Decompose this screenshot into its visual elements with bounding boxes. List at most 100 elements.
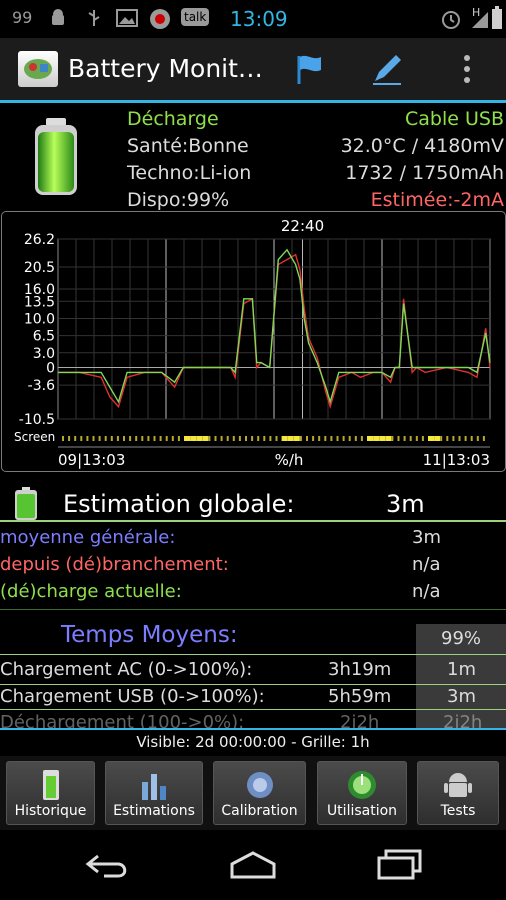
screen-on-mark <box>482 436 485 441</box>
x-axis-label: %/h <box>275 451 304 469</box>
signal-icon <box>470 8 490 28</box>
calibration-button[interactable]: Calibration <box>213 761 306 825</box>
screen-on-mark <box>123 436 125 441</box>
screen-on-mark <box>397 436 400 441</box>
screen-label: Screen <box>14 430 55 444</box>
y-tick-label: 10.0 <box>24 311 55 327</box>
screen-on-mark <box>293 436 300 441</box>
screen-on-mark <box>245 436 247 441</box>
rate-label: depuis (dé)branchement: <box>0 554 229 575</box>
screen-on-mark <box>184 436 190 441</box>
power-source: Cable USB <box>405 108 504 130</box>
screen-on-mark <box>287 436 294 441</box>
screen-on-mark <box>458 436 461 441</box>
avg-row-label: Chargement AC (0->100%): <box>0 659 253 680</box>
screen-on-mark <box>232 436 235 441</box>
screen-on-mark <box>165 436 168 441</box>
calibration-icon <box>244 768 276 802</box>
screen-on-mark <box>214 436 217 441</box>
clock: 13:09 <box>230 7 288 31</box>
divider <box>0 609 506 610</box>
battery-large-icon <box>33 118 79 200</box>
screen-on-mark <box>391 436 394 441</box>
chart-svg: 26.220.516.013.510.06.53.00-3.6-10.522:4… <box>14 217 491 469</box>
y-tick-label: 3.0 <box>33 346 55 362</box>
usb-icon <box>84 8 104 28</box>
y-tick-label: 26.2 <box>24 232 55 248</box>
screen-on-mark <box>62 436 64 441</box>
screen-on-mark <box>330 436 333 441</box>
button-label: Calibration <box>221 803 298 819</box>
overflow-menu-icon[interactable] <box>446 48 488 90</box>
screen-on-mark <box>421 436 424 441</box>
status-bar: 99 talk 13:09 H <box>0 0 506 38</box>
screen-on-mark <box>116 436 119 441</box>
screen-on-mark <box>342 436 345 441</box>
y-tick-label: 20.5 <box>24 260 55 276</box>
screen-on-mark <box>379 436 386 441</box>
screen-on-mark <box>98 436 101 441</box>
back-icon[interactable] <box>84 850 132 884</box>
talk-icon: talk <box>181 8 210 26</box>
divider <box>0 728 506 730</box>
app-icon[interactable] <box>18 51 58 87</box>
avg-row-value-pct: 3m <box>447 686 476 707</box>
screen-on-mark <box>226 436 229 441</box>
rate-label: (dé)charge actuelle: <box>0 581 182 602</box>
screen-on-mark <box>269 436 272 441</box>
screen-on-mark <box>153 436 156 441</box>
history-button[interactable]: Historique <box>6 761 95 825</box>
avg-times-title: Temps Moyens: <box>61 622 238 648</box>
screen-on-mark <box>299 436 302 441</box>
screen-on-mark <box>348 436 351 441</box>
android-icon <box>442 768 474 802</box>
divider <box>0 709 506 710</box>
button-label: Tests <box>440 803 476 819</box>
x-start-label: 09|13:03 <box>58 451 125 469</box>
battery-icon <box>491 6 503 29</box>
screen-on-mark <box>177 436 180 441</box>
navigation-bar <box>0 830 506 900</box>
screen-on-mark <box>238 436 241 441</box>
battery-chart[interactable]: 26.2 20.5 16.0 13.5 10.0 6.5 3.0 0 -3.6 -10.5 22:4… <box>1 211 506 472</box>
screen-on-mark <box>80 436 83 441</box>
estimations-button[interactable]: Estimations <box>105 761 203 825</box>
screen-on-mark <box>220 436 223 441</box>
screen-on-mark <box>202 436 209 441</box>
screen-on-mark <box>373 436 380 441</box>
screen-on-mark <box>275 436 278 441</box>
screen-on-mark <box>92 436 95 441</box>
screen-on-mark <box>324 436 327 441</box>
home-icon[interactable] <box>228 850 278 884</box>
button-label: Utilisation <box>326 803 398 819</box>
avg-row-value-pct: 2j2h <box>443 712 483 728</box>
screen-on-mark <box>171 436 174 441</box>
avg-row-label: Déchargement (100->0%): <box>0 712 245 728</box>
y-tick-label: -10.5 <box>19 412 55 428</box>
avg-row-value-pct: 1m <box>447 659 476 680</box>
usage-button[interactable]: Utilisation <box>317 761 407 825</box>
screen-on-mark <box>159 436 162 441</box>
pencil-icon[interactable] <box>366 48 408 90</box>
avg-row-value: 2j2h <box>340 712 380 728</box>
rate-value: n/a <box>412 554 441 575</box>
screen-on-mark <box>135 436 138 441</box>
percent-header: 99% <box>441 628 482 649</box>
screen-on-mark <box>403 436 406 441</box>
rate-value: n/a <box>412 581 441 602</box>
tests-button[interactable]: Tests <box>417 761 499 825</box>
screen-on-mark <box>196 436 203 441</box>
avg-row-clipped: Déchargement (100->0%): 2j2h 2j2h <box>0 712 506 728</box>
flag-icon[interactable] <box>288 48 330 90</box>
screen-on-mark <box>434 436 441 441</box>
record-icon <box>149 8 171 29</box>
screen-on-mark <box>415 436 418 441</box>
action-bar-divider <box>0 100 506 103</box>
bottom-button-bar: Historique Estimations Calibration Utili… <box>0 756 506 830</box>
screen-on-mark <box>208 436 211 441</box>
screen-on-mark <box>257 436 260 441</box>
screen-on-mark <box>74 436 77 441</box>
recent-apps-icon[interactable] <box>376 848 424 884</box>
x-end-label: 11|13:03 <box>423 451 490 469</box>
capacity-text: 1732 / 1750mAh <box>345 162 504 184</box>
